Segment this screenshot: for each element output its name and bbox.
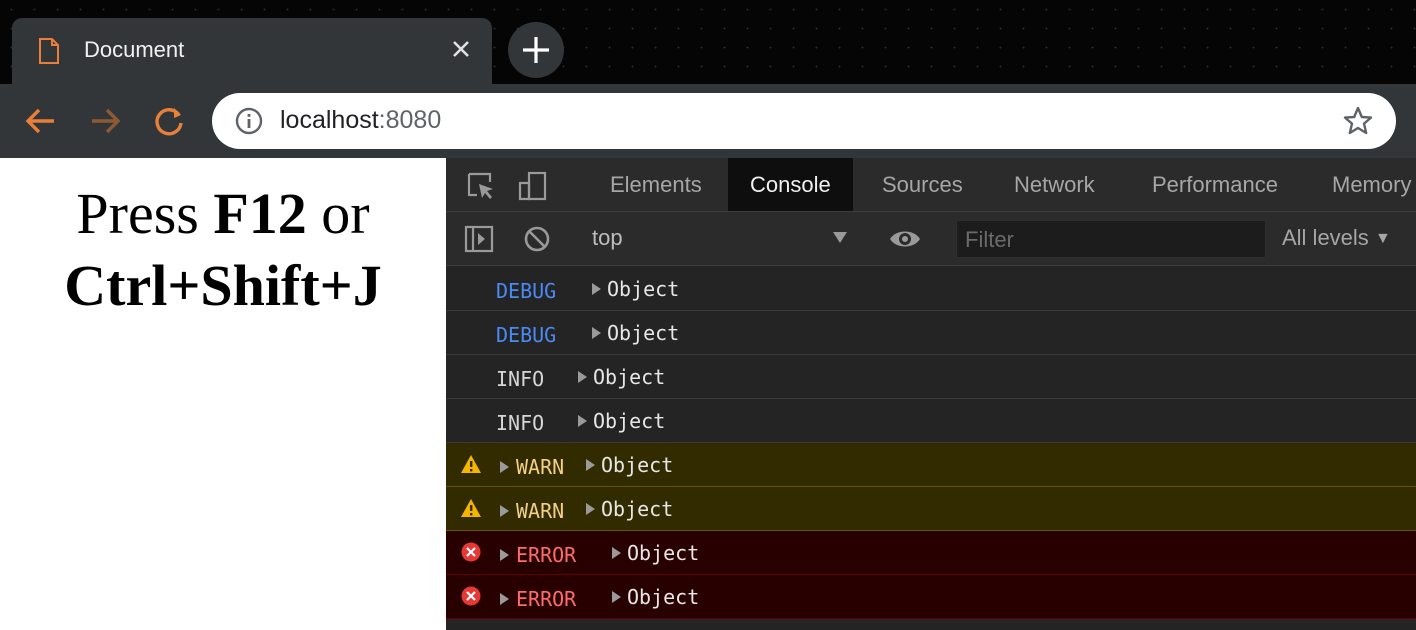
object-preview[interactable]: Object xyxy=(592,321,679,345)
log-level-label: ERROR xyxy=(516,587,577,611)
devtools-tab-bar: Elements Console Sources Network Performance… xyxy=(446,158,1416,212)
inspect-element-icon[interactable] xyxy=(466,171,496,201)
object-preview[interactable]: Object xyxy=(578,365,665,389)
url-host: localhost xyxy=(280,106,379,134)
error-icon xyxy=(461,586,481,606)
console-message[interactable]: WARN Object xyxy=(446,443,1416,487)
console-message[interactable]: ERROR Object xyxy=(446,531,1416,575)
page-content: Press F12 or Ctrl+Shift+J xyxy=(0,158,446,630)
tab-title: Document xyxy=(84,37,185,62)
expand-icon[interactable] xyxy=(500,593,509,605)
devtools-panel: Elements Console Sources Network Performance… xyxy=(446,158,1416,630)
warning-icon xyxy=(461,499,481,517)
error-icon xyxy=(461,542,481,562)
clear-console-icon[interactable] xyxy=(522,224,552,254)
log-level-label: DEBUG xyxy=(496,279,557,303)
console-toolbar: top Filter All levels ▼ xyxy=(446,212,1416,266)
expand-icon[interactable] xyxy=(578,414,587,427)
console-message[interactable]: INFO Object xyxy=(446,399,1416,443)
device-toggle-icon[interactable] xyxy=(518,171,548,201)
eye-icon[interactable] xyxy=(888,224,922,254)
log-level-label: ERROR xyxy=(516,543,577,567)
browser-toolbar: localhost:8080 xyxy=(0,84,1416,158)
log-level-label: INFO xyxy=(496,367,545,391)
warning-icon xyxy=(461,455,481,473)
object-preview[interactable]: Object xyxy=(578,409,665,433)
forward-arrow-icon[interactable] xyxy=(86,102,124,140)
expand-icon[interactable] xyxy=(586,458,595,471)
object-preview[interactable]: Object xyxy=(612,585,699,609)
object-label: Object xyxy=(627,541,700,565)
address-url: localhost:8080 xyxy=(280,106,441,135)
log-level-label: WARN xyxy=(516,499,565,523)
log-levels-label: All levels xyxy=(1282,225,1369,250)
tab-strip: Document xyxy=(0,0,1416,84)
filter-placeholder: Filter xyxy=(965,227,1014,252)
expand-icon[interactable] xyxy=(578,370,587,383)
object-label: Object xyxy=(607,277,680,301)
url-port: :8080 xyxy=(378,106,442,134)
instruction-line-1: Press F12 or xyxy=(0,182,446,246)
object-label: Object xyxy=(593,409,666,433)
back-arrow-icon[interactable] xyxy=(22,102,60,140)
tab-memory[interactable]: Memory xyxy=(1310,158,1416,211)
tab-network[interactable]: Network xyxy=(992,158,1117,211)
object-preview[interactable]: Object xyxy=(592,277,679,301)
log-level-label: DEBUG xyxy=(496,323,557,347)
expand-icon[interactable] xyxy=(592,282,601,295)
console-message[interactable]: ERROR Object xyxy=(446,575,1416,619)
console-message[interactable]: DEBUG Object xyxy=(446,267,1416,311)
chevron-down-icon[interactable] xyxy=(832,230,848,244)
instruction-text: or xyxy=(306,181,370,246)
tab-elements[interactable]: Elements xyxy=(588,158,724,211)
expand-icon[interactable] xyxy=(500,549,509,561)
instruction-key: F12 xyxy=(213,181,307,246)
address-bar[interactable]: localhost:8080 xyxy=(212,93,1396,149)
expand-icon[interactable] xyxy=(500,505,509,517)
star-icon[interactable] xyxy=(1342,105,1374,137)
expand-icon[interactable] xyxy=(612,590,621,603)
log-level-label: WARN xyxy=(516,455,565,479)
log-levels-dropdown[interactable]: All levels ▼ xyxy=(1282,225,1391,251)
expand-icon[interactable] xyxy=(592,326,601,339)
object-preview[interactable]: Object xyxy=(586,453,673,477)
expand-icon[interactable] xyxy=(612,546,621,559)
chevron-down-icon: ▼ xyxy=(1374,230,1391,247)
console-message[interactable]: DEBUG Object xyxy=(446,311,1416,355)
sidebar-toggle-icon[interactable] xyxy=(464,224,494,254)
plus-icon xyxy=(523,37,549,63)
object-label: Object xyxy=(627,585,700,609)
info-icon[interactable] xyxy=(234,106,264,136)
browser-tab[interactable]: Document xyxy=(12,18,492,84)
console-message[interactable]: WARN Object xyxy=(446,487,1416,531)
tab-performance[interactable]: Performance xyxy=(1130,158,1300,211)
close-icon[interactable] xyxy=(448,36,474,62)
log-level-label: INFO xyxy=(496,411,545,435)
object-label: Object xyxy=(601,497,674,521)
object-label: Object xyxy=(601,453,674,477)
expand-icon[interactable] xyxy=(586,502,595,515)
instruction-text: Press xyxy=(76,181,214,246)
instruction-line-2: Ctrl+Shift+J xyxy=(64,253,382,318)
object-label: Object xyxy=(607,321,680,345)
expand-icon[interactable] xyxy=(500,461,509,473)
tab-sources[interactable]: Sources xyxy=(860,158,985,211)
console-message[interactable]: INFO Object xyxy=(446,355,1416,399)
object-label: Object xyxy=(593,365,666,389)
new-tab-button[interactable] xyxy=(508,22,564,78)
tab-console[interactable]: Console xyxy=(728,158,853,211)
filter-input[interactable]: Filter xyxy=(956,220,1266,258)
object-preview[interactable]: Object xyxy=(586,497,673,521)
context-selector[interactable]: top xyxy=(592,225,623,251)
object-preview[interactable]: Object xyxy=(612,541,699,565)
console-messages: DEBUG Object DEBUG Object INFO Object INFO Obje… xyxy=(446,267,1416,619)
reload-icon[interactable] xyxy=(150,102,188,140)
document-icon xyxy=(39,38,59,64)
